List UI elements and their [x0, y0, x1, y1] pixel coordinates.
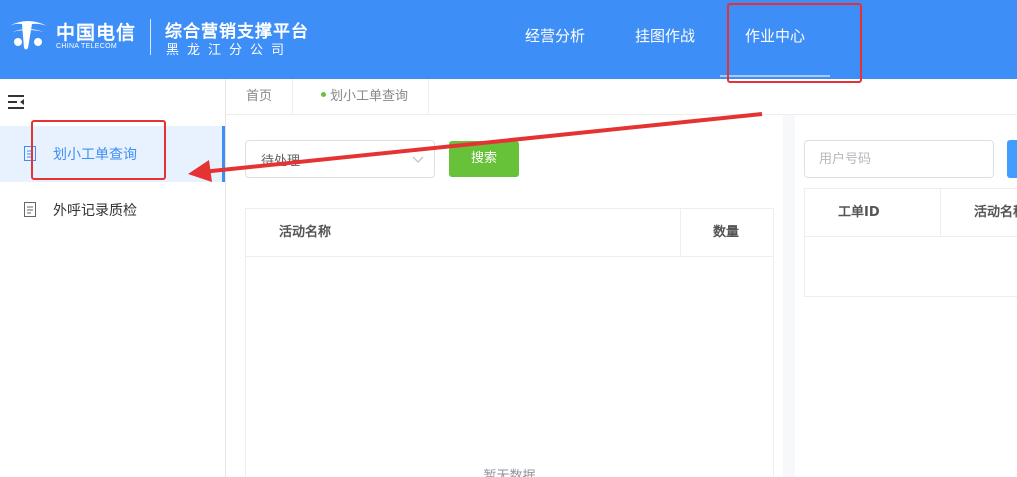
sidebar-item-label: 外呼记录质检 — [53, 203, 137, 219]
active-dot-icon — [321, 92, 326, 97]
work-order-table: 工单ID 活动名称 — [804, 188, 1017, 297]
app-page: 中国电信 CHINA TELECOM 综合营销支撑平台 黑龙江分公司 经营分析 … — [0, 0, 1017, 477]
column-activity-name[interactable]: 活动名称 — [974, 189, 1017, 237]
document-icon — [24, 202, 36, 217]
sidebar-item-call-quality-check[interactable]: 外呼记录质检 — [0, 182, 225, 238]
chevron-down-icon — [412, 156, 424, 163]
tab-label: 划小工单查询 — [330, 89, 409, 104]
logo-divider — [150, 19, 151, 55]
panel-gap — [783, 115, 795, 477]
column-activity-name[interactable]: 活动名称 — [279, 209, 331, 257]
annotation-highlight-nav — [727, 3, 862, 83]
search-button[interactable]: 搜索 — [449, 141, 519, 177]
right-search-button-edge[interactable] — [1007, 140, 1017, 178]
table-header: 工单ID 活动名称 — [805, 189, 1017, 237]
logo-english-text: CHINA TELECOM — [56, 43, 117, 50]
logo-chinese-text: 中国电信 — [56, 22, 137, 44]
china-telecom-logo-icon — [9, 21, 47, 50]
phone-number-input[interactable] — [819, 141, 989, 177]
column-work-order-id[interactable]: 工单ID — [838, 189, 880, 237]
table-empty-text: 暂无数据 — [483, 469, 536, 477]
tab-home[interactable]: 首页 — [226, 79, 294, 114]
top-header: 中国电信 CHINA TELECOM 综合营销支撑平台 黑龙江分公司 经营分析 … — [0, 0, 1017, 79]
page-tabs: 首页 划小工单查询 — [226, 79, 1017, 115]
nav-business-analysis[interactable]: 经营分析 — [510, 0, 600, 79]
status-select[interactable]: 待处理 — [245, 140, 435, 178]
menu-fold-icon[interactable] — [8, 95, 24, 109]
table-header: 活动名称 数量 — [246, 209, 773, 257]
nav-map-operations[interactable]: 挂图作战 — [620, 0, 710, 79]
annotation-highlight-sidebar — [31, 120, 166, 180]
column-count[interactable]: 数量 — [713, 209, 739, 257]
phone-number-field[interactable] — [804, 140, 994, 178]
column-divider — [940, 189, 941, 237]
column-divider — [680, 209, 681, 257]
activity-table: 活动名称 数量 暂无数据 — [245, 208, 774, 477]
brand-logo[interactable]: 中国电信 CHINA TELECOM 综合营销支撑平台 黑龙江分公司 — [6, 14, 308, 62]
status-select-value: 待处理 — [261, 154, 301, 169]
region-subtitle: 黑龙江分公司 — [166, 43, 293, 58]
tab-work-order-query[interactable]: 划小工单查询 — [301, 79, 430, 114]
